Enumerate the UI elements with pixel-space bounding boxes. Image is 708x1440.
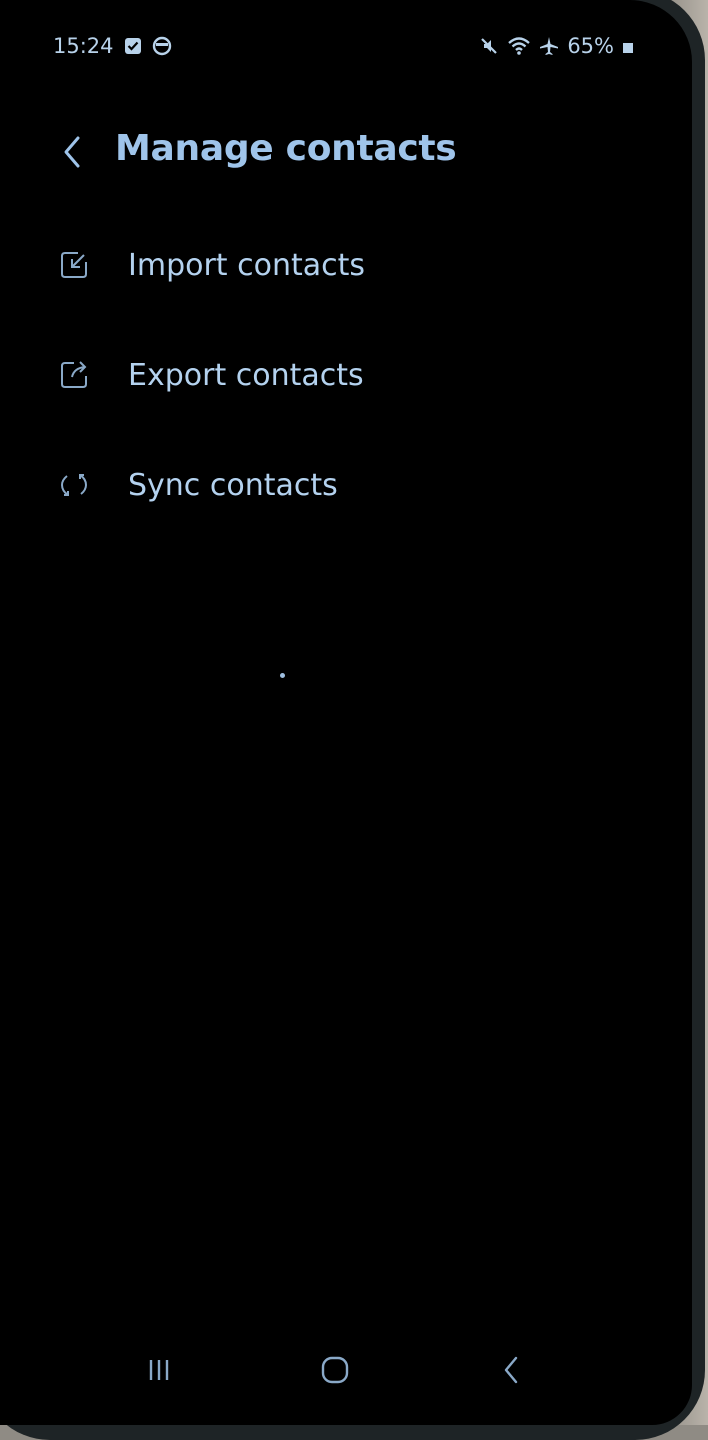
system-navigation-bar (0, 1340, 692, 1396)
page-title: Manage contacts (115, 128, 457, 169)
sync-icon (56, 467, 92, 503)
home-button[interactable] (310, 1350, 360, 1390)
status-bar: 15:24 65% (0, 30, 692, 66)
recents-button[interactable] (134, 1350, 184, 1390)
circle-notification-icon (152, 36, 172, 56)
sync-contacts-label: Sync contacts (128, 467, 338, 503)
status-right: 65% (479, 34, 634, 58)
phone-screen: 15:24 65% Manage contacts Import contact… (0, 0, 692, 1425)
mute-icon (479, 36, 499, 56)
manage-contacts-menu: Import contacts Export contacts Sync con… (0, 210, 692, 540)
battery-icon (622, 37, 634, 55)
status-left: 15:24 (53, 34, 172, 58)
touch-indicator-dot (280, 673, 285, 678)
import-contacts-label: Import contacts (128, 247, 365, 283)
checkbox-notification-icon (124, 37, 142, 55)
back-icon (504, 1356, 518, 1384)
import-icon (56, 247, 92, 283)
back-chevron-icon (64, 136, 80, 168)
export-icon (56, 357, 92, 393)
nav-back-button[interactable] (486, 1350, 536, 1390)
back-button[interactable] (52, 130, 92, 174)
wifi-icon (507, 36, 531, 56)
export-contacts-label: Export contacts (128, 357, 364, 393)
status-time: 15:24 (53, 34, 114, 58)
sync-contacts-item[interactable]: Sync contacts (0, 430, 692, 540)
airplane-icon (539, 36, 559, 56)
recents-icon (149, 1360, 169, 1380)
app-header: Manage contacts (0, 124, 692, 184)
home-icon (321, 1356, 349, 1384)
battery-percent: 65% (567, 34, 614, 58)
import-contacts-item[interactable]: Import contacts (0, 210, 692, 320)
export-contacts-item[interactable]: Export contacts (0, 320, 692, 430)
